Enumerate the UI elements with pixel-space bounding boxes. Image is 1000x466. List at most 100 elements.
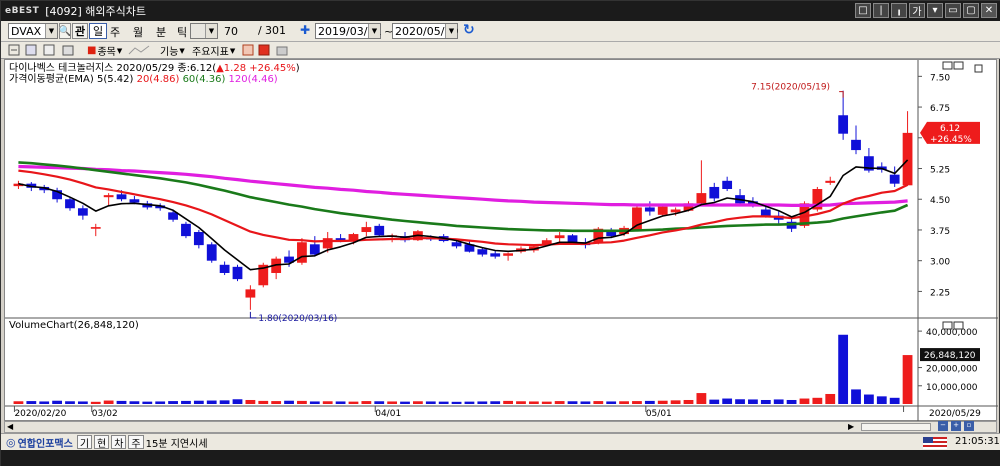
count-input[interactable]: 70 <box>222 23 252 39</box>
candle-body[interactable] <box>322 238 333 249</box>
zoom-slider[interactable] <box>861 423 931 431</box>
candle-body[interactable] <box>451 242 462 247</box>
candle-body[interactable] <box>309 244 320 255</box>
status-chip-diff[interactable]: 차 <box>111 435 127 450</box>
volume-bar[interactable] <box>696 393 707 404</box>
volume-bar[interactable] <box>799 398 810 404</box>
volume-bar[interactable] <box>838 334 849 404</box>
period-button-month[interactable]: 월 <box>133 24 143 40</box>
chart-scrollbar[interactable]: ◀ ▶ − + ▫ <box>4 421 997 433</box>
volume-bar[interactable] <box>541 401 552 404</box>
volume-bar[interactable] <box>851 389 861 404</box>
window-button-1[interactable]: □ <box>855 3 871 18</box>
end-date-input[interactable]: 2020/05/29 ▼ <box>392 23 458 39</box>
start-date-dropdown-icon[interactable]: ▼ <box>368 24 380 38</box>
volume-bar[interactable] <box>271 401 282 404</box>
volume-bar[interactable] <box>181 400 191 404</box>
end-date-dropdown-icon[interactable]: ▼ <box>445 24 457 38</box>
volume-bar[interactable] <box>812 397 823 404</box>
symbol-tool[interactable]: ■ 종목 ▼ <box>87 43 122 58</box>
volume-bar[interactable] <box>644 400 655 404</box>
volume-bar[interactable] <box>722 398 733 404</box>
volume-bar[interactable] <box>335 401 346 404</box>
function-menu[interactable]: 기능 ▼ <box>160 43 185 59</box>
window-button-2[interactable]: | <box>873 3 889 18</box>
volume-bar[interactable] <box>464 401 475 404</box>
volume-panel-restore-icon[interactable] <box>942 321 953 330</box>
plus-icon[interactable]: ✚ <box>300 23 310 37</box>
volume-bar[interactable] <box>258 400 269 404</box>
candle-body[interactable] <box>193 232 204 246</box>
volume-bar[interactable] <box>825 393 836 404</box>
status-chip-current[interactable]: 현 <box>94 435 110 450</box>
panel-expand-icon[interactable] <box>974 64 983 73</box>
volume-bar[interactable] <box>155 401 166 404</box>
candle-body[interactable] <box>129 199 140 203</box>
print-icon[interactable] <box>62 45 74 56</box>
volume-bar[interactable] <box>503 400 513 404</box>
candle-body[interactable] <box>657 206 668 215</box>
volume-bar[interactable] <box>52 400 62 404</box>
interval-dropdown-icon[interactable]: ▼ <box>205 24 217 38</box>
volume-bar[interactable] <box>413 401 423 404</box>
candle-body[interactable] <box>374 225 385 236</box>
volume-bar[interactable] <box>206 400 217 404</box>
period-button-tick[interactable]: 틱 <box>177 24 187 40</box>
volume-bar[interactable] <box>297 400 307 404</box>
volume-bar[interactable] <box>39 401 50 404</box>
refresh-icon[interactable]: ↻ <box>463 22 475 38</box>
candle-body[interactable] <box>760 209 771 216</box>
interval-select[interactable]: ▼ <box>190 23 218 39</box>
volume-bar[interactable] <box>580 401 591 404</box>
candle-body[interactable] <box>77 208 88 216</box>
candle-body[interactable] <box>90 227 101 229</box>
candle-body[interactable] <box>567 235 578 243</box>
indicator-menu[interactable]: 주요지표 ▼ <box>192 43 235 59</box>
volume-bar[interactable] <box>322 401 333 404</box>
start-date-input[interactable]: 2019/03/21 ▼ <box>315 23 381 39</box>
volume-bar[interactable] <box>554 401 565 404</box>
candle-body[interactable] <box>477 249 488 255</box>
volume-bar[interactable] <box>735 399 745 404</box>
volume-bar[interactable] <box>374 401 385 404</box>
zoom-reset-icon[interactable]: ▫ <box>964 421 974 431</box>
volume-bar[interactable] <box>516 401 526 404</box>
panel-restore-icon[interactable] <box>942 61 953 70</box>
search-icon[interactable]: 🔍 <box>59 23 71 39</box>
candle-body[interactable] <box>219 264 230 273</box>
candle-body[interactable] <box>825 180 836 183</box>
volume-bar[interactable] <box>26 401 37 404</box>
symbol-input[interactable]: DVAX ▼ <box>8 23 58 39</box>
volume-bar[interactable] <box>528 401 539 404</box>
volume-bar[interactable] <box>438 401 449 404</box>
volume-bar[interactable] <box>232 399 243 404</box>
alert-icon[interactable] <box>258 44 270 56</box>
period-button-minute[interactable]: 분 <box>156 24 166 40</box>
panel-close-icon[interactable] <box>953 61 964 70</box>
window-button-3[interactable]: ╻ <box>891 3 907 18</box>
candle-body[interactable] <box>206 244 217 261</box>
candle-body[interactable] <box>709 186 720 199</box>
volume-bar[interactable] <box>219 400 230 404</box>
ema-line-120[interactable] <box>18 164 908 207</box>
volume-bar[interactable] <box>90 401 101 404</box>
scroll-right-icon[interactable]: ▶ <box>848 422 854 431</box>
volume-bar[interactable] <box>245 399 256 404</box>
volume-bar[interactable] <box>13 401 24 404</box>
volume-bar[interactable] <box>606 401 617 404</box>
volume-bar[interactable] <box>683 399 694 404</box>
candle-body[interactable] <box>232 266 243 280</box>
candle-body[interactable] <box>838 115 849 134</box>
volume-bar[interactable] <box>425 401 436 404</box>
volume-bar[interactable] <box>387 401 398 404</box>
zoom-out-icon[interactable]: − <box>938 421 948 431</box>
volume-bar[interactable] <box>657 400 668 404</box>
volume-bar[interactable] <box>103 400 114 404</box>
period-button-gwan[interactable]: 관 <box>72 23 88 39</box>
window-button-5[interactable]: ▾ <box>927 3 943 18</box>
status-chip-stock[interactable]: 주 <box>128 435 144 450</box>
volume-bar[interactable] <box>748 399 758 404</box>
volume-bar[interactable] <box>129 401 140 404</box>
volume-bar[interactable] <box>477 401 488 404</box>
candle-body[interactable] <box>902 132 913 186</box>
